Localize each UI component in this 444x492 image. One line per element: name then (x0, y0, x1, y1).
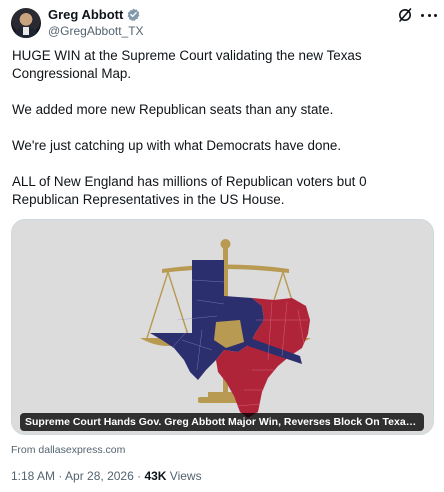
card-caption[interactable]: Supreme Court Hands Gov. Greg Abbott Maj… (20, 413, 424, 431)
author-name[interactable]: Greg Abbott (48, 7, 123, 22)
author-name-row: Greg Abbott (48, 7, 140, 22)
tweet-paragraph: ALL of New England has millions of Repub… (12, 174, 367, 207)
meta-separator: · (133, 469, 145, 483)
grok-icon[interactable] (397, 7, 413, 23)
tweet-time[interactable]: 1:18 AM (11, 469, 55, 483)
texas-scale-map-image (140, 239, 311, 418)
tweet-meta: 1:18 AM · Apr 28, 2026 · 43K Views (11, 469, 202, 483)
avatar[interactable] (11, 8, 41, 38)
verified-badge-icon (127, 8, 140, 21)
author-handle[interactable]: @GregAbbott_TX (48, 24, 144, 38)
tweet-paragraph: We're just catching up with what Democra… (12, 138, 342, 153)
more-icon[interactable] (421, 7, 437, 23)
meta-separator: · (55, 469, 66, 483)
views-label: Views (166, 469, 202, 483)
tweet-paragraph: We added more new Republican seats than … (12, 102, 334, 117)
views-count: 43K (144, 469, 167, 483)
tweet-date[interactable]: Apr 28, 2026 (65, 469, 134, 483)
card-source[interactable]: From dallasexpress.com (11, 444, 125, 456)
link-card[interactable]: Supreme Court Hands Gov. Greg Abbott Maj… (11, 219, 434, 435)
tweet-paragraph: HUGE WIN at the Supreme Court validating… (12, 48, 362, 81)
tweet-header: Greg Abbott @GregAbbott_TX (0, 0, 444, 44)
